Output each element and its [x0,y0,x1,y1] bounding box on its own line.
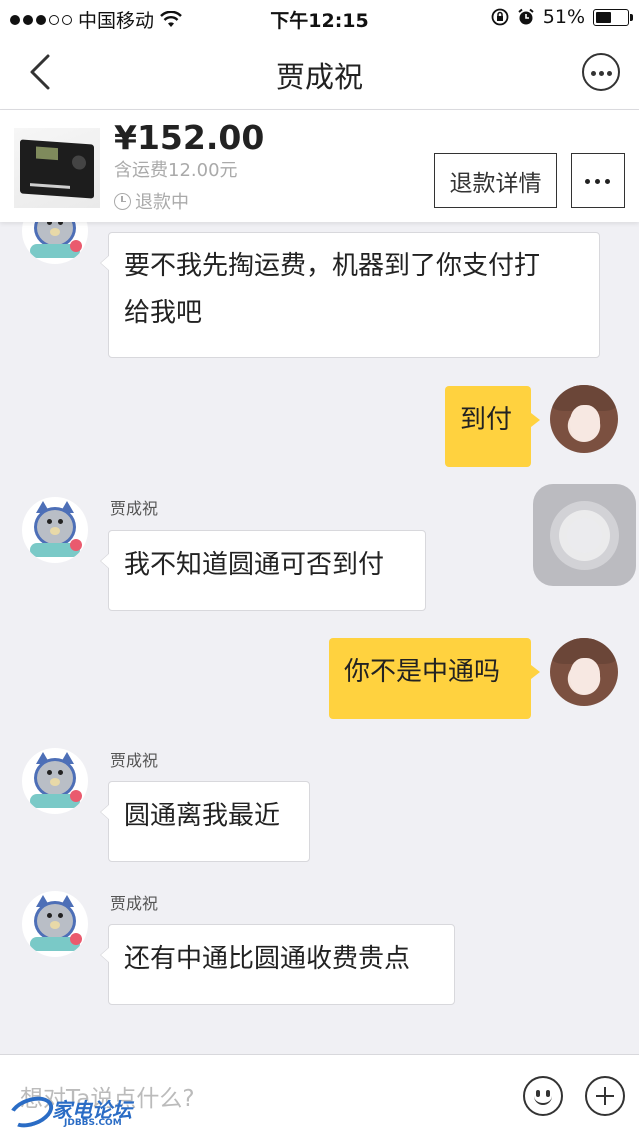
shipping-fee: 含运费12.00元 [114,160,238,181]
watermark-subtext: JDBBS.COM [64,1118,122,1128]
message-text: 要不我先掏运费，机器到了你支付打 [124,251,541,281]
message-bubble[interactable]: 你不是中通吗 [329,638,540,719]
more-options-button[interactable] [582,53,620,91]
nav-bar: 贾成祝 [0,36,639,110]
message-text: 到付 [460,405,513,435]
status-right: 51% [491,6,633,28]
product-thumbnail[interactable] [14,128,100,208]
refund-status: 退款中 [114,188,189,214]
message-text: 圆通离我最近 [124,801,281,831]
message-bubble[interactable]: 到付 [445,386,540,467]
message-bubble[interactable]: 还有中通比圆通收费贵点 [100,924,455,1005]
message-text: 我不知道圆通可否到付 [124,550,385,580]
clock-icon [114,192,131,210]
sender-name: 贾成祝 [110,751,159,770]
message-bubble[interactable]: 圆通离我最近 [100,781,310,862]
message-bubble[interactable]: 我不知道圆通可否到付 [100,530,426,611]
avatar[interactable] [22,497,88,563]
avatar[interactable] [550,638,618,706]
avatar[interactable] [22,748,88,814]
avatar[interactable] [550,385,618,453]
watermark-logo: 家电论坛 JDBBS.COM [4,1090,138,1134]
status-bar: 中国移动 下午12:15 51% [0,0,639,36]
sender-name: 贾成祝 [110,499,159,518]
product-more-button[interactable] [571,153,625,208]
emoji-button[interactable] [523,1076,563,1116]
page-title: 贾成祝 [275,60,363,94]
battery-percent: 51% [542,6,585,28]
sender-name: 贾成祝 [110,894,159,913]
message-text: 还有中通比圆通收费贵点 [124,944,411,974]
product-price: ¥152.00 [114,118,265,157]
rotation-lock-icon [491,8,509,26]
add-attachment-button[interactable] [585,1076,625,1116]
avatar[interactable] [22,891,88,957]
message-bubble[interactable]: 要不我先掏运费，机器到了你支付打 给我吧 [100,232,600,358]
battery-icon [593,8,633,26]
refund-details-button[interactable]: 退款详情 [434,153,557,208]
message-text: 给我吧 [124,298,203,328]
assistive-touch-button[interactable] [533,484,636,586]
refund-status-label: 退款中 [135,192,189,213]
message-text: 你不是中通吗 [344,657,501,687]
alarm-icon [518,8,534,25]
battery-fill [596,11,611,23]
